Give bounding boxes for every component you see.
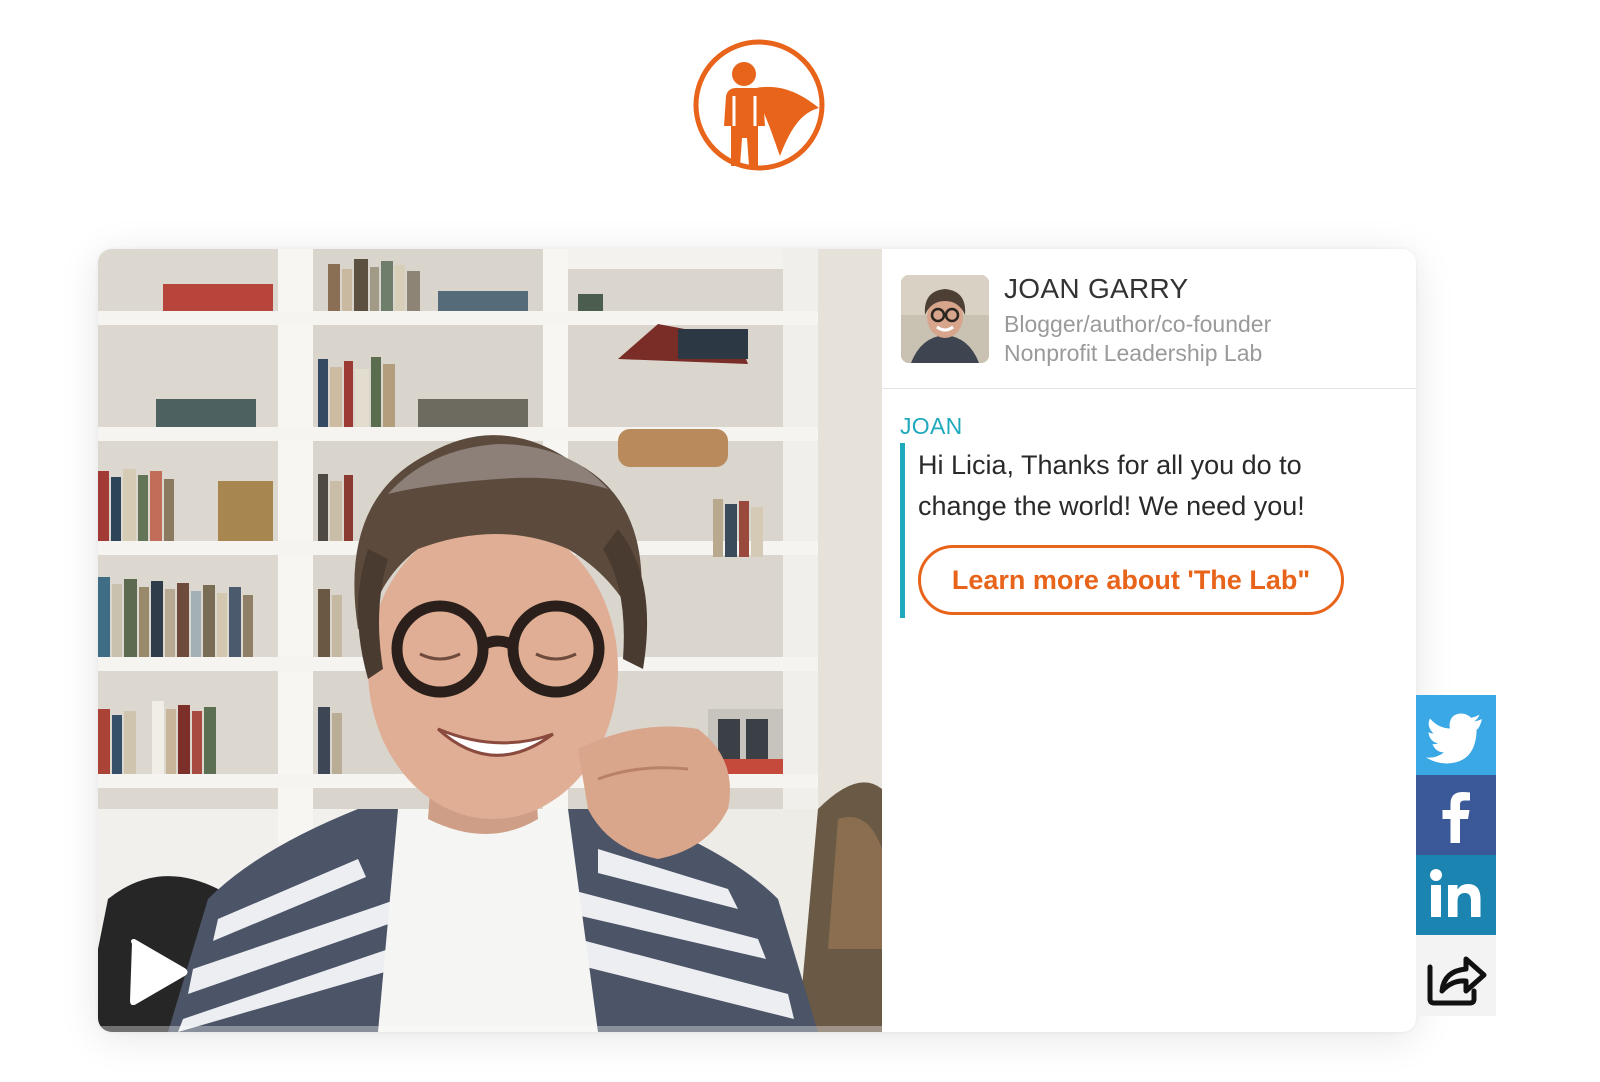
- play-icon: [130, 939, 188, 1006]
- message-accent-bar: [900, 443, 905, 618]
- message-panel: JOAN GARRY Blogger/author/co-founder Non…: [882, 249, 1416, 1032]
- message-text: Hi Licia, Thanks for all you do to chang…: [918, 450, 1305, 521]
- linkedin-icon: [1430, 869, 1481, 917]
- video-progress-track[interactable]: [98, 1026, 882, 1032]
- caped-person-logo-icon: [693, 39, 825, 171]
- share-icon: [1427, 956, 1487, 1006]
- facebook-icon: [1442, 792, 1470, 843]
- linkedin-share-button[interactable]: [1416, 855, 1496, 935]
- learn-more-button[interactable]: Learn more about 'The Lab": [918, 545, 1344, 615]
- twitter-icon: [1426, 713, 1482, 764]
- facebook-share-button[interactable]: [1416, 775, 1496, 855]
- profile-name: JOAN GARRY: [1004, 273, 1189, 304]
- avatar-photo: [901, 275, 989, 363]
- play-button[interactable]: [128, 939, 188, 1006]
- profile-organization: Nonprofit Leadership Lab: [1004, 340, 1263, 366]
- message-author: JOAN: [900, 413, 963, 439]
- video-frame: [98, 249, 882, 1032]
- video-player[interactable]: [98, 249, 882, 1032]
- profile-header: JOAN GARRY Blogger/author/co-founder Non…: [882, 249, 1416, 389]
- brand-logo: [692, 38, 826, 172]
- twitter-share-button[interactable]: [1416, 695, 1496, 775]
- share-button[interactable]: [1416, 935, 1496, 1016]
- avatar: [901, 275, 989, 363]
- profile-role: Blogger/author/co-founder: [1004, 311, 1272, 337]
- share-bar: [1416, 695, 1496, 1016]
- video-message-card: JOAN GARRY Blogger/author/co-founder Non…: [98, 249, 1416, 1032]
